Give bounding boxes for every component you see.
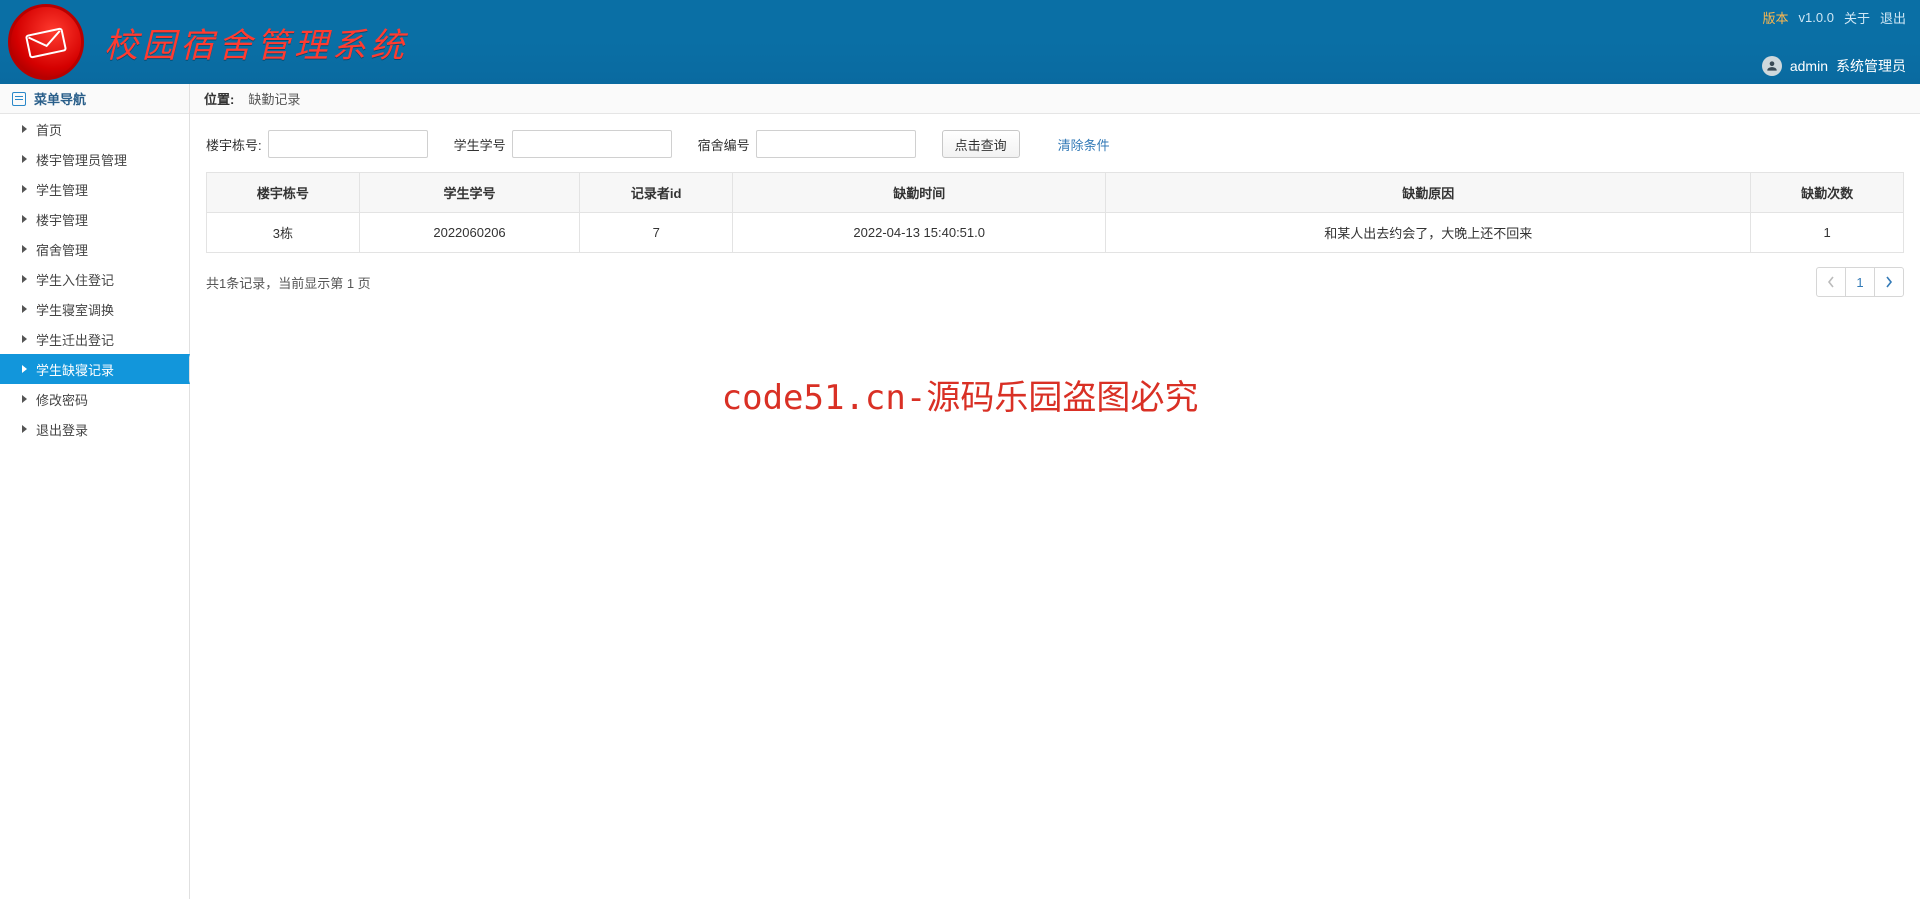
logout-link[interactable]: 退出	[1880, 8, 1906, 27]
sidebar-item-change-password[interactable]: 修改密码	[0, 384, 189, 414]
caret-right-icon	[22, 245, 27, 253]
sidebar-item-building-manage[interactable]: 楼宇管理	[0, 204, 189, 234]
sidebar-item-label: 学生缺寝记录	[36, 360, 114, 379]
avatar	[1762, 56, 1782, 76]
caret-right-icon	[22, 125, 27, 133]
sidebar-header-label: 菜单导航	[34, 89, 86, 108]
user-icon	[1765, 59, 1779, 73]
user-role: 系统管理员	[1836, 56, 1906, 76]
cell-building: 3栋	[207, 213, 360, 253]
th-reason: 缺勤原因	[1106, 173, 1751, 213]
clear-button[interactable]: 清除条件	[1046, 130, 1122, 158]
th-recorder: 记录者id	[580, 173, 733, 213]
sidebar-item-absence[interactable]: 学生缺寝记录	[0, 354, 189, 384]
username: admin	[1790, 58, 1828, 74]
filter-bar: 楼宇栋号: 学生学号 宿舍编号 点击查询 清除条件	[206, 130, 1904, 158]
filter-dorm-input[interactable]	[756, 130, 916, 158]
pager-next[interactable]	[1874, 267, 1904, 297]
chevron-right-icon	[1885, 276, 1893, 288]
chevron-left-icon	[1827, 276, 1835, 288]
user-row: admin 系统管理员	[1762, 56, 1906, 76]
th-student: 学生学号	[359, 173, 580, 213]
caret-right-icon	[22, 425, 27, 433]
sidebar-item-label: 学生入住登记	[36, 270, 114, 289]
content: 楼宇栋号: 学生学号 宿舍编号 点击查询 清除条件	[190, 114, 1920, 313]
pager-summary: 共1条记录，当前显示第 1 页	[206, 273, 371, 292]
app-title: 校园宿舍管理系统	[104, 18, 408, 67]
table-row: 3栋 2022060206 7 2022-04-13 15:40:51.0 和某…	[207, 213, 1904, 253]
sidebar-item-student-manage[interactable]: 学生管理	[0, 174, 189, 204]
th-count: 缺勤次数	[1751, 173, 1904, 213]
table-header-row: 楼宇栋号 学生学号 记录者id 缺勤时间 缺勤原因 缺勤次数	[207, 173, 1904, 213]
about-link[interactable]: 关于	[1844, 8, 1870, 27]
sidebar-item-label: 楼宇管理员管理	[36, 150, 127, 169]
absence-table: 楼宇栋号 学生学号 记录者id 缺勤时间 缺勤原因 缺勤次数 3栋 202206…	[206, 172, 1904, 253]
main-panel: 位置: 缺勤记录 楼宇栋号: 学生学号 宿舍编号 点击查询 清除条件	[190, 84, 1920, 899]
sidebar-list: 首页 楼宇管理员管理 学生管理 楼宇管理 宿舍管理 学生入住登记 学生寝室调换 …	[0, 114, 189, 444]
filter-dorm: 宿舍编号	[698, 130, 916, 158]
sidebar-item-label: 学生寝室调换	[36, 300, 114, 319]
filter-building-input[interactable]	[268, 130, 428, 158]
caret-right-icon	[22, 395, 27, 403]
pager-page-1[interactable]: 1	[1845, 267, 1875, 297]
sidebar-item-logout[interactable]: 退出登录	[0, 414, 189, 444]
caret-right-icon	[22, 155, 27, 163]
top-banner: 校园宿舍管理系统 版本 v1.0.0 关于 退出 admin 系统管理员	[0, 0, 1920, 84]
top-links: 版本 v1.0.0 关于 退出	[1763, 8, 1906, 27]
th-building: 楼宇栋号	[207, 173, 360, 213]
th-time: 缺勤时间	[733, 173, 1106, 213]
filter-student-input[interactable]	[512, 130, 672, 158]
sidebar-item-label: 楼宇管理	[36, 210, 88, 229]
caret-right-icon	[22, 365, 27, 373]
filter-student-label: 学生学号	[454, 135, 506, 154]
pager-row: 共1条记录，当前显示第 1 页 1	[206, 267, 1904, 297]
version-label[interactable]: 版本	[1763, 8, 1789, 27]
pager: 1	[1817, 267, 1904, 297]
cell-count: 1	[1751, 213, 1904, 253]
work-area: 菜单导航 首页 楼宇管理员管理 学生管理 楼宇管理 宿舍管理 学生入住登记 学生…	[0, 84, 1920, 899]
sidebar-item-label: 学生管理	[36, 180, 88, 199]
pager-prev[interactable]	[1816, 267, 1846, 297]
filter-building-label: 楼宇栋号:	[206, 135, 262, 154]
caret-right-icon	[22, 185, 27, 193]
sidebar-item-label: 修改密码	[36, 390, 88, 409]
caret-right-icon	[22, 275, 27, 283]
sidebar-item-swap[interactable]: 学生寝室调换	[0, 294, 189, 324]
envelope-icon	[22, 18, 70, 66]
sidebar-item-label: 首页	[36, 120, 62, 139]
sidebar-item-label: 退出登录	[36, 420, 88, 439]
cell-recorder: 7	[580, 213, 733, 253]
sidebar-item-building-admin[interactable]: 楼宇管理员管理	[0, 144, 189, 174]
breadcrumb-page: 缺勤记录	[248, 89, 300, 108]
app-logo	[8, 4, 84, 80]
sidebar-item-checkout[interactable]: 学生迁出登记	[0, 324, 189, 354]
sidebar-item-dorm-manage[interactable]: 宿舍管理	[0, 234, 189, 264]
sidebar: 菜单导航 首页 楼宇管理员管理 学生管理 楼宇管理 宿舍管理 学生入住登记 学生…	[0, 84, 190, 899]
breadcrumb-label: 位置:	[204, 89, 234, 108]
caret-right-icon	[22, 215, 27, 223]
search-button[interactable]: 点击查询	[942, 130, 1020, 158]
breadcrumb: 位置: 缺勤记录	[190, 84, 1920, 114]
caret-right-icon	[22, 305, 27, 313]
sidebar-item-label: 宿舍管理	[36, 240, 88, 259]
cell-student: 2022060206	[359, 213, 580, 253]
filter-dorm-label: 宿舍编号	[698, 135, 750, 154]
filter-building: 楼宇栋号:	[206, 130, 428, 158]
menu-icon	[12, 92, 26, 106]
version-value: v1.0.0	[1799, 10, 1834, 25]
cell-time: 2022-04-13 15:40:51.0	[733, 213, 1106, 253]
sidebar-item-checkin[interactable]: 学生入住登记	[0, 264, 189, 294]
cell-reason: 和某人出去约会了，大晚上还不回来	[1106, 213, 1751, 253]
sidebar-item-home[interactable]: 首页	[0, 114, 189, 144]
sidebar-item-label: 学生迁出登记	[36, 330, 114, 349]
caret-right-icon	[22, 335, 27, 343]
sidebar-header: 菜单导航	[0, 84, 189, 114]
filter-student: 学生学号	[454, 130, 672, 158]
